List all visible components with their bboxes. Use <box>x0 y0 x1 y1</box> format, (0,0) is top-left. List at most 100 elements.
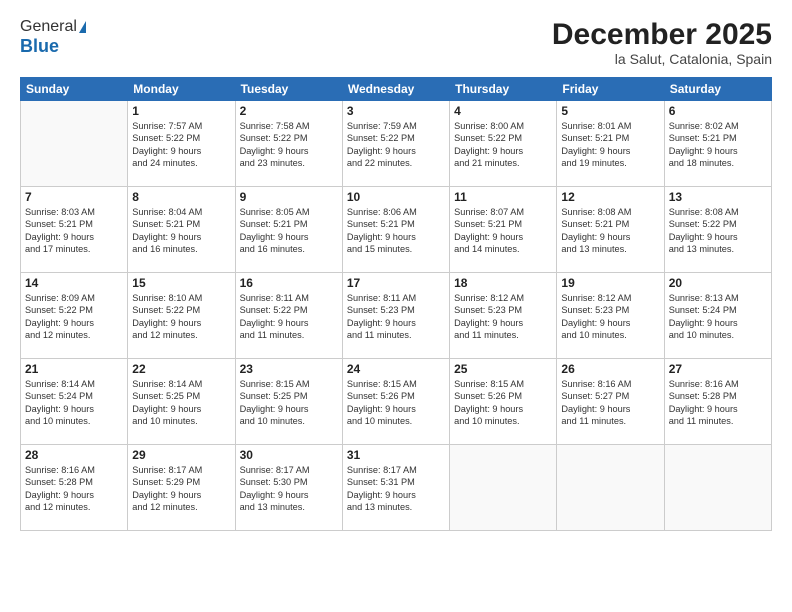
week-row-4: 21 Sunrise: 8:14 AM Sunset: 5:24 PM Dayli… <box>21 359 772 445</box>
table-row: 2Sunrise: 7:58 AM Sunset: 5:22 PM Daylig… <box>235 101 342 187</box>
header-thursday: Thursday <box>450 78 557 101</box>
table-row <box>557 445 664 531</box>
logo-general: General <box>20 18 77 36</box>
day-number: 24 <box>347 362 445 376</box>
day-number: 6 <box>669 104 767 118</box>
day-info: Sunrise: 8:11 AM Sunset: 5:22 PM Dayligh… <box>240 292 338 342</box>
day-number: 5 <box>561 104 659 118</box>
day-number: 27 <box>669 362 767 376</box>
table-row: 10Sunrise: 8:06 AM Sunset: 5:21 PM Dayli… <box>342 187 449 273</box>
table-row: 28 Sunrise: 8:16 AM Sunset: 5:28 PM Dayli… <box>21 445 128 531</box>
day-info: Sunrise: 8:10 AM Sunset: 5:22 PM Dayligh… <box>132 292 230 342</box>
day-info: Sunrise: 8:15 AM Sunset: 5:25 PM Dayligh… <box>240 378 338 428</box>
days-header-row: Sunday Monday Tuesday Wednesday Thursday… <box>21 78 772 101</box>
day-info: Sunrise: 8:16 AM Sunset: 5:28 PM Dayligh… <box>25 464 123 514</box>
table-row <box>664 445 771 531</box>
day-info: Sunrise: 8:13 AM Sunset: 5:24 PM Dayligh… <box>669 292 767 342</box>
header-sunday: Sunday <box>21 78 128 101</box>
day-number: 12 <box>561 190 659 204</box>
day-info: Sunrise: 8:02 AM Sunset: 5:21 PM Dayligh… <box>669 120 767 170</box>
day-info: Sunrise: 8:03 AM Sunset: 5:21 PM Dayligh… <box>25 206 123 256</box>
calendar-title: December 2025 <box>552 18 772 51</box>
day-number: 22 <box>132 362 230 376</box>
day-number: 3 <box>347 104 445 118</box>
day-info: Sunrise: 8:01 AM Sunset: 5:21 PM Dayligh… <box>561 120 659 170</box>
day-info: Sunrise: 7:58 AM Sunset: 5:22 PM Dayligh… <box>240 120 338 170</box>
day-number: 13 <box>669 190 767 204</box>
table-row: 9 Sunrise: 8:05 AM Sunset: 5:21 PM Daylig… <box>235 187 342 273</box>
day-number: 11 <box>454 190 552 204</box>
table-row: 16 Sunrise: 8:11 AM Sunset: 5:22 PM Dayli… <box>235 273 342 359</box>
table-row: 11 Sunrise: 8:07 AM Sunset: 5:21 PM Dayli… <box>450 187 557 273</box>
table-row: 30 Sunrise: 8:17 AM Sunset: 5:30 PM Dayli… <box>235 445 342 531</box>
day-number: 8 <box>132 190 230 204</box>
logo: General Blue <box>20 18 86 57</box>
table-row: 25 Sunrise: 8:15 AM Sunset: 5:26 PM Dayli… <box>450 359 557 445</box>
day-info: Sunrise: 8:14 AM Sunset: 5:24 PM Dayligh… <box>25 378 123 428</box>
table-row: 18 Sunrise: 8:12 AM Sunset: 5:23 PM Dayli… <box>450 273 557 359</box>
logo-icon <box>79 21 86 33</box>
day-number: 17 <box>347 276 445 290</box>
table-row: 12 Sunrise: 8:08 AM Sunset: 5:21 PM Dayli… <box>557 187 664 273</box>
day-number: 21 <box>25 362 123 376</box>
table-row: 6 Sunrise: 8:02 AM Sunset: 5:21 PM Daylig… <box>664 101 771 187</box>
day-info: Sunrise: 8:16 AM Sunset: 5:28 PM Dayligh… <box>669 378 767 428</box>
table-row: 26Sunrise: 8:16 AM Sunset: 5:27 PM Dayli… <box>557 359 664 445</box>
table-row: 23Sunrise: 8:15 AM Sunset: 5:25 PM Dayli… <box>235 359 342 445</box>
day-info: Sunrise: 8:05 AM Sunset: 5:21 PM Dayligh… <box>240 206 338 256</box>
day-info: Sunrise: 8:12 AM Sunset: 5:23 PM Dayligh… <box>454 292 552 342</box>
header-friday: Friday <box>557 78 664 101</box>
day-number: 1 <box>132 104 230 118</box>
table-row: 27 Sunrise: 8:16 AM Sunset: 5:28 PM Dayli… <box>664 359 771 445</box>
table-row: 8 Sunrise: 8:04 AM Sunset: 5:21 PM Daylig… <box>128 187 235 273</box>
table-row <box>450 445 557 531</box>
day-info: Sunrise: 8:04 AM Sunset: 5:21 PM Dayligh… <box>132 206 230 256</box>
table-row: 22Sunrise: 8:14 AM Sunset: 5:25 PM Dayli… <box>128 359 235 445</box>
table-row <box>21 101 128 187</box>
table-row: 5 Sunrise: 8:01 AM Sunset: 5:21 PM Daylig… <box>557 101 664 187</box>
table-row: 13 Sunrise: 8:08 AM Sunset: 5:22 PM Dayli… <box>664 187 771 273</box>
day-info: Sunrise: 8:15 AM Sunset: 5:26 PM Dayligh… <box>347 378 445 428</box>
table-row: 29 Sunrise: 8:17 AM Sunset: 5:29 PM Dayli… <box>128 445 235 531</box>
week-row-1: 1Sunrise: 7:57 AM Sunset: 5:22 PM Daylig… <box>21 101 772 187</box>
table-row: 21 Sunrise: 8:14 AM Sunset: 5:24 PM Dayli… <box>21 359 128 445</box>
day-number: 20 <box>669 276 767 290</box>
day-number: 16 <box>240 276 338 290</box>
day-number: 31 <box>347 448 445 462</box>
day-info: Sunrise: 8:00 AM Sunset: 5:22 PM Dayligh… <box>454 120 552 170</box>
day-number: 7 <box>25 190 123 204</box>
day-number: 30 <box>240 448 338 462</box>
day-info: Sunrise: 8:08 AM Sunset: 5:22 PM Dayligh… <box>669 206 767 256</box>
table-row: 19Sunrise: 8:12 AM Sunset: 5:23 PM Dayli… <box>557 273 664 359</box>
day-number: 28 <box>25 448 123 462</box>
day-number: 15 <box>132 276 230 290</box>
header-wednesday: Wednesday <box>342 78 449 101</box>
day-info: Sunrise: 8:07 AM Sunset: 5:21 PM Dayligh… <box>454 206 552 256</box>
day-number: 25 <box>454 362 552 376</box>
day-number: 14 <box>25 276 123 290</box>
day-info: Sunrise: 8:17 AM Sunset: 5:30 PM Dayligh… <box>240 464 338 514</box>
day-info: Sunrise: 7:59 AM Sunset: 5:22 PM Dayligh… <box>347 120 445 170</box>
table-row: 15 Sunrise: 8:10 AM Sunset: 5:22 PM Dayli… <box>128 273 235 359</box>
day-number: 9 <box>240 190 338 204</box>
table-row: 1Sunrise: 7:57 AM Sunset: 5:22 PM Daylig… <box>128 101 235 187</box>
day-number: 19 <box>561 276 659 290</box>
week-row-3: 14 Sunrise: 8:09 AM Sunset: 5:22 PM Dayli… <box>21 273 772 359</box>
header-saturday: Saturday <box>664 78 771 101</box>
calendar-table: Sunday Monday Tuesday Wednesday Thursday… <box>20 77 772 531</box>
day-info: Sunrise: 8:09 AM Sunset: 5:22 PM Dayligh… <box>25 292 123 342</box>
day-info: Sunrise: 8:06 AM Sunset: 5:21 PM Dayligh… <box>347 206 445 256</box>
day-number: 29 <box>132 448 230 462</box>
header: General Blue December 2025 la Salut, Cat… <box>20 18 772 67</box>
day-number: 18 <box>454 276 552 290</box>
week-row-5: 28 Sunrise: 8:16 AM Sunset: 5:28 PM Dayli… <box>21 445 772 531</box>
day-info: Sunrise: 8:16 AM Sunset: 5:27 PM Dayligh… <box>561 378 659 428</box>
day-info: Sunrise: 8:17 AM Sunset: 5:29 PM Dayligh… <box>132 464 230 514</box>
day-info: Sunrise: 8:15 AM Sunset: 5:26 PM Dayligh… <box>454 378 552 428</box>
day-info: Sunrise: 8:08 AM Sunset: 5:21 PM Dayligh… <box>561 206 659 256</box>
header-tuesday: Tuesday <box>235 78 342 101</box>
logo-blue: Blue <box>20 36 59 57</box>
calendar-subtitle: la Salut, Catalonia, Spain <box>552 51 772 67</box>
table-row: 17 Sunrise: 8:11 AM Sunset: 5:23 PM Dayli… <box>342 273 449 359</box>
day-info: Sunrise: 8:11 AM Sunset: 5:23 PM Dayligh… <box>347 292 445 342</box>
